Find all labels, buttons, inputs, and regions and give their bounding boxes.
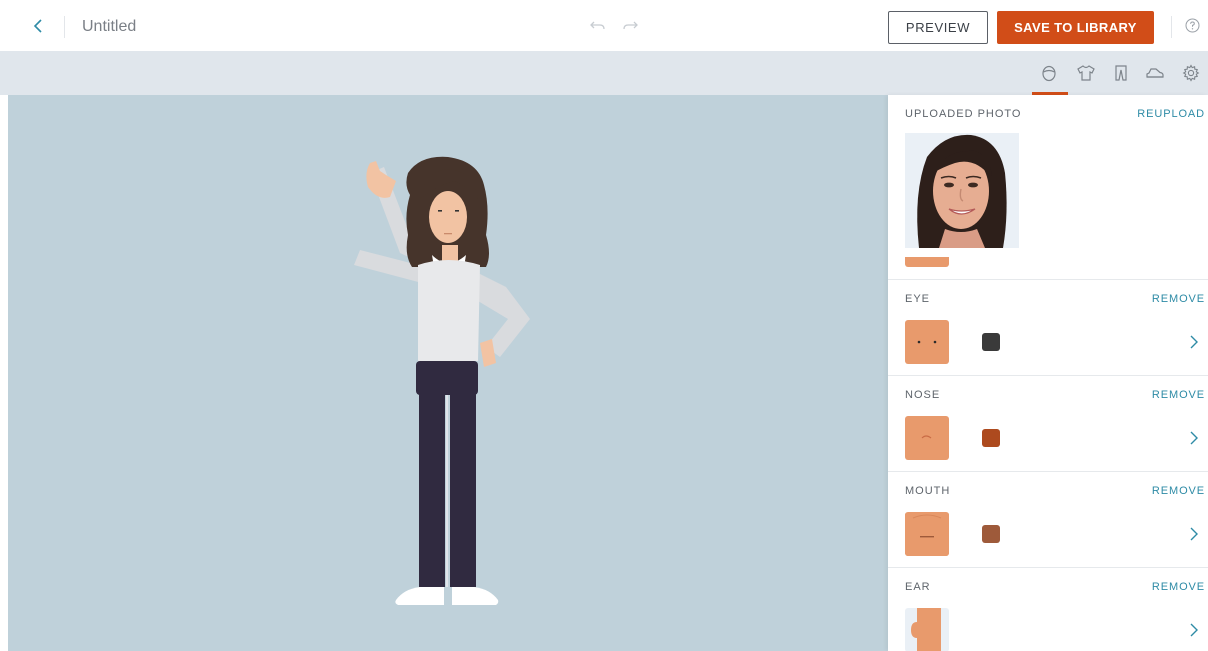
- redo-button[interactable]: [620, 16, 640, 36]
- nose-expand-chevron[interactable]: [1188, 430, 1200, 446]
- category-tab-bar: [0, 51, 1208, 95]
- back-button[interactable]: [28, 15, 48, 37]
- mouth-style-thumbnail[interactable]: [905, 512, 949, 556]
- ear-style-thumbnail[interactable]: [905, 608, 949, 651]
- title-divider: [64, 16, 65, 38]
- shirt-icon: [1077, 65, 1095, 81]
- face-icon: [1042, 65, 1056, 82]
- chevron-right-icon: [1190, 527, 1198, 541]
- character-figure[interactable]: [8, 95, 888, 651]
- nose-section-label: NOSE: [905, 389, 941, 401]
- mouth-expand-chevron[interactable]: [1188, 526, 1200, 542]
- section-divider: [888, 375, 1208, 376]
- tab-shoes[interactable]: [1144, 61, 1166, 85]
- redo-icon: [623, 21, 638, 30]
- reupload-button[interactable]: REUPLOAD: [1137, 108, 1205, 120]
- tab-face[interactable]: [1038, 61, 1060, 85]
- eye-remove-button[interactable]: REMOVE: [1152, 293, 1205, 305]
- nose-preview-icon: [921, 435, 932, 439]
- ear-expand-chevron[interactable]: [1188, 622, 1200, 638]
- mouth-section-label: MOUTH: [905, 485, 951, 497]
- chevron-right-icon: [1190, 431, 1198, 445]
- help-button[interactable]: [1184, 17, 1201, 34]
- uploaded-photo-label: UPLOADED PHOTO: [905, 108, 1022, 120]
- skin-swatch-peek[interactable]: [905, 257, 949, 267]
- mouth-preview-icon: [905, 512, 949, 556]
- section-divider: [888, 471, 1208, 472]
- shoe-icon: [1146, 68, 1164, 78]
- nose-color-chip[interactable]: [982, 429, 1000, 447]
- mouth-color-chip[interactable]: [982, 525, 1000, 543]
- undo-button[interactable]: [588, 16, 608, 36]
- chevron-right-icon: [1190, 623, 1198, 637]
- gear-icon: [1182, 64, 1200, 82]
- save-to-library-button[interactable]: SAVE TO LIBRARY: [997, 11, 1154, 44]
- chevron-left-icon: [33, 19, 42, 33]
- nose-remove-button[interactable]: REMOVE: [1152, 389, 1205, 401]
- tab-top[interactable]: [1075, 61, 1097, 85]
- eye-expand-chevron[interactable]: [1188, 334, 1200, 350]
- eye-style-thumbnail[interactable]: [905, 320, 949, 364]
- mouth-remove-button[interactable]: REMOVE: [1152, 485, 1205, 497]
- character-canvas[interactable]: [8, 95, 888, 651]
- eye-section-label: EYE: [905, 293, 931, 305]
- uploaded-photo-image: [905, 133, 1019, 248]
- help-divider: [1171, 16, 1172, 38]
- properties-panel: UPLOADED PHOTO REUPLOAD EYE REMOVE NOSE …: [888, 95, 1208, 651]
- preview-button[interactable]: PREVIEW: [888, 11, 988, 44]
- tab-settings[interactable]: [1180, 61, 1202, 85]
- section-divider: [888, 279, 1208, 280]
- eye-preview-icon: [917, 340, 937, 344]
- nose-style-thumbnail[interactable]: [905, 416, 949, 460]
- uploaded-photo-thumbnail[interactable]: [905, 133, 1019, 248]
- undo-icon: [590, 21, 605, 30]
- eye-color-chip[interactable]: [982, 333, 1000, 351]
- ear-remove-button[interactable]: REMOVE: [1152, 581, 1205, 593]
- help-icon: [1185, 18, 1200, 33]
- top-bar: Untitled PREVIEW SAVE TO LIBRARY: [0, 0, 1208, 51]
- document-title[interactable]: Untitled: [82, 16, 136, 38]
- ear-preview-icon: [911, 608, 941, 651]
- ear-section-label: EAR: [905, 581, 931, 593]
- section-divider: [888, 567, 1208, 568]
- tab-bottom[interactable]: [1110, 61, 1132, 85]
- pants-icon: [1115, 65, 1127, 81]
- chevron-right-icon: [1190, 335, 1198, 349]
